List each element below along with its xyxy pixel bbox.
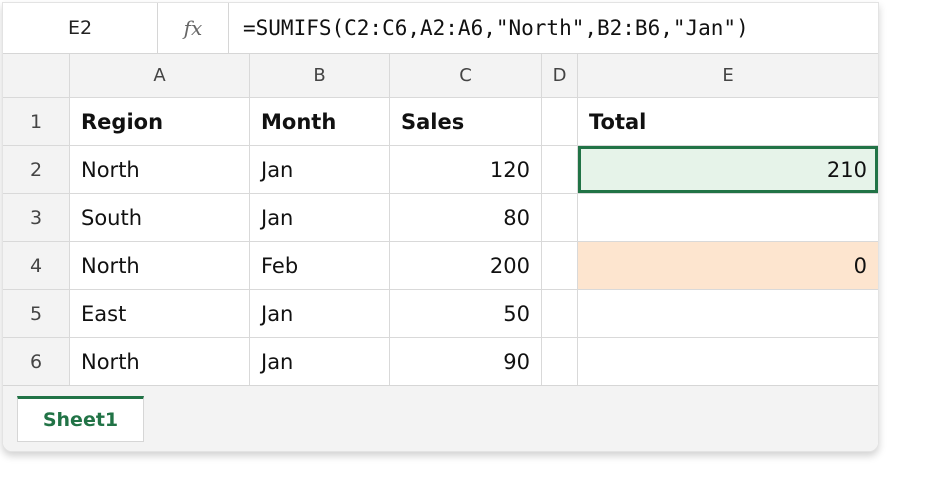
cell-c4[interactable]: 200	[390, 242, 542, 289]
cell-b6[interactable]: Jan	[250, 338, 390, 385]
cell-b4[interactable]: Feb	[250, 242, 390, 289]
column-header-d[interactable]: D	[542, 54, 578, 97]
cell-b1[interactable]: Month	[250, 98, 390, 145]
row-header-6[interactable]: 6	[3, 338, 70, 385]
cell-d2[interactable]	[542, 146, 578, 193]
cell-b3[interactable]: Jan	[250, 194, 390, 241]
table-row: 5 East Jan 50	[3, 290, 878, 338]
row-header-4[interactable]: 4	[3, 242, 70, 289]
cell-e2-selected[interactable]: 210	[578, 146, 878, 193]
column-header-b[interactable]: B	[250, 54, 390, 97]
row-header-3[interactable]: 3	[3, 194, 70, 241]
cell-c3[interactable]: 80	[390, 194, 542, 241]
column-header-row: A B C D E	[3, 54, 878, 98]
column-header-a[interactable]: A	[70, 54, 250, 97]
cell-e4[interactable]: 0	[578, 242, 878, 289]
formula-bar: E2 fx =SUMIFS(C2:C6,A2:A6,"North",B2:B6,…	[3, 3, 878, 54]
row-header-2[interactable]: 2	[3, 146, 70, 193]
cell-e6[interactable]	[578, 338, 878, 385]
cell-d6[interactable]	[542, 338, 578, 385]
cell-b5[interactable]: Jan	[250, 290, 390, 337]
column-header-e[interactable]: E	[578, 54, 878, 97]
table-row: 3 South Jan 80	[3, 194, 878, 242]
cell-a2[interactable]: North	[70, 146, 250, 193]
fx-icon[interactable]: fx	[158, 3, 229, 53]
row-header-5[interactable]: 5	[3, 290, 70, 337]
cell-a3[interactable]: South	[70, 194, 250, 241]
cell-e3[interactable]	[578, 194, 878, 241]
table-row: 6 North Jan 90	[3, 338, 878, 386]
cell-e5[interactable]	[578, 290, 878, 337]
table-row: 2 North Jan 120 210	[3, 146, 878, 194]
formula-input[interactable]: =SUMIFS(C2:C6,A2:A6,"North",B2:B6,"Jan")	[243, 3, 749, 53]
sheet-tab-sheet1[interactable]: Sheet1	[17, 396, 144, 442]
cell-a4[interactable]: North	[70, 242, 250, 289]
cell-d1[interactable]	[542, 98, 578, 145]
cell-a6[interactable]: North	[70, 338, 250, 385]
cell-c6[interactable]: 90	[390, 338, 542, 385]
cell-d4[interactable]	[542, 242, 578, 289]
row-header-1[interactable]: 1	[3, 98, 70, 145]
column-header-c[interactable]: C	[390, 54, 542, 97]
table-row: 4 North Feb 200 0	[3, 242, 878, 290]
spreadsheet-window: E2 fx =SUMIFS(C2:C6,A2:A6,"North",B2:B6,…	[2, 2, 879, 452]
cell-e1[interactable]: Total	[578, 98, 878, 145]
cell-grid: A B C D E 1 Region Month Sales Total 2 N…	[3, 54, 878, 386]
sheet-tab-bar: Sheet1	[3, 385, 878, 451]
cell-c1[interactable]: Sales	[390, 98, 542, 145]
name-box[interactable]: E2	[3, 3, 158, 53]
cell-c5[interactable]: 50	[390, 290, 542, 337]
cell-d3[interactable]	[542, 194, 578, 241]
cell-a5[interactable]: East	[70, 290, 250, 337]
select-all-corner[interactable]	[3, 54, 70, 97]
cell-a1[interactable]: Region	[70, 98, 250, 145]
cell-d5[interactable]	[542, 290, 578, 337]
cell-c2[interactable]: 120	[390, 146, 542, 193]
table-row: 1 Region Month Sales Total	[3, 98, 878, 146]
cell-b2[interactable]: Jan	[250, 146, 390, 193]
